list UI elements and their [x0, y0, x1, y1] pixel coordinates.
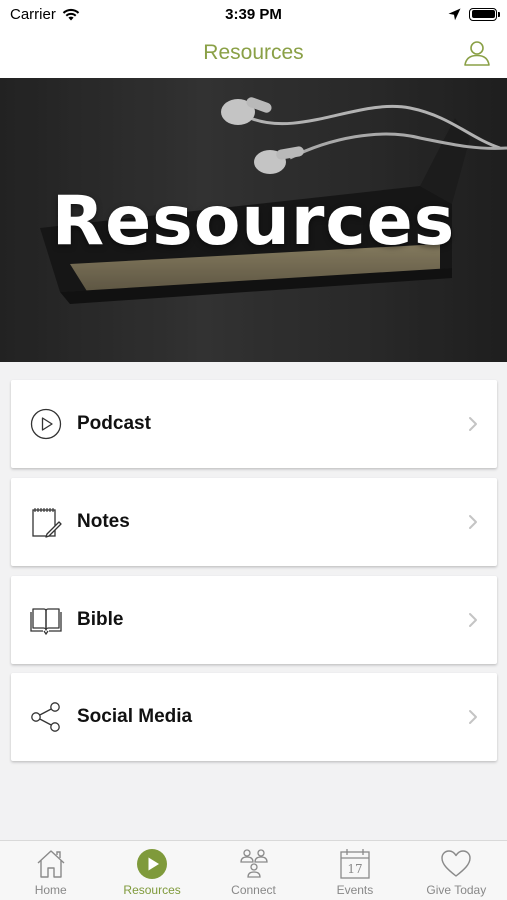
tab-give-today[interactable]: Give Today [406, 841, 507, 900]
tab-label: Connect [231, 883, 276, 897]
hero-banner: Resources [0, 78, 507, 362]
nav-title: Resources [203, 41, 304, 64]
tab-label: Give Today [426, 883, 487, 897]
calendar-day-number: 17 [347, 862, 362, 876]
list-item-label: Bible [77, 609, 124, 630]
list-item-podcast[interactable]: Podcast [11, 380, 497, 468]
tab-resources[interactable]: Resources [101, 841, 202, 900]
calendar-icon: 17 [339, 848, 371, 880]
location-arrow-icon [448, 8, 461, 20]
list-item-social-media[interactable]: Social Media [11, 673, 497, 761]
status-bar: Carrier 3:39 PM [0, 0, 507, 28]
hero-title: Resources [51, 182, 456, 261]
chevron-right-icon [469, 613, 477, 627]
chevron-right-icon [469, 710, 477, 724]
wifi-icon [62, 8, 80, 20]
profile-icon[interactable] [463, 39, 491, 67]
tab-home[interactable]: Home [0, 841, 101, 900]
play-circle-icon [30, 408, 62, 440]
battery-icon [469, 7, 500, 21]
tab-label: Resources [123, 883, 181, 897]
chevron-right-icon [469, 515, 477, 529]
list-item-label: Social Media [77, 706, 193, 727]
chevron-right-icon [469, 417, 477, 431]
book-icon [30, 604, 62, 636]
people-icon [238, 848, 270, 880]
tab-connect[interactable]: Connect [203, 841, 304, 900]
share-icon [30, 701, 62, 733]
battery-fill [471, 10, 495, 18]
nav-bar: Resources [0, 28, 507, 78]
tab-label: Events [336, 883, 374, 897]
list-item-notes[interactable]: Notes [11, 478, 497, 566]
heart-icon [440, 848, 472, 880]
tab-label: Home [34, 883, 67, 897]
home-icon [35, 848, 67, 880]
status-right [448, 7, 500, 21]
notepad-icon [30, 506, 62, 538]
status-left: Carrier [10, 6, 80, 23]
list-item-bible[interactable]: Bible [11, 576, 497, 664]
list-item-label: Podcast [77, 413, 151, 434]
play-icon [136, 848, 168, 880]
carrier-label: Carrier [10, 5, 56, 23]
tab-events[interactable]: 17 Events [304, 841, 405, 900]
tab-bar: Home Resources Connect 17 Events Give To… [0, 840, 507, 900]
list-item-label: Notes [77, 511, 130, 532]
